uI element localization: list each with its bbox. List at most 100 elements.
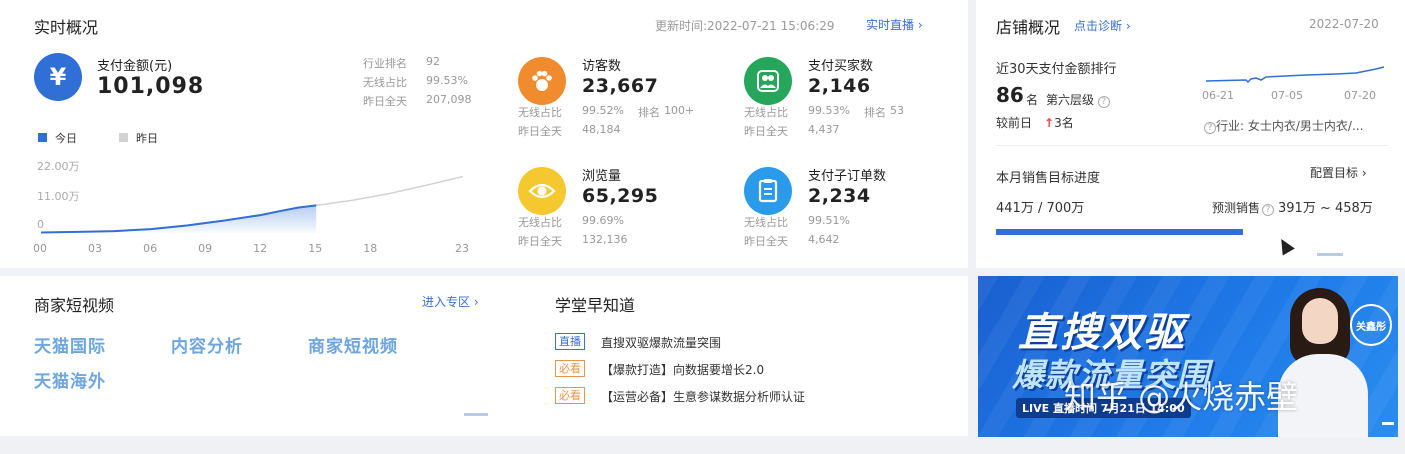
payment-stat-label: 无线占比 bbox=[363, 76, 407, 89]
metric-stat-value: 4,437 bbox=[808, 123, 840, 136]
metric-stat-label: 昨日全天 bbox=[744, 125, 788, 138]
metric-label: 支付买家数 bbox=[808, 59, 874, 74]
update-time: 更新时间:2022-07-21 15:06:29 bbox=[655, 19, 835, 33]
metric-rank-label: 排名 bbox=[864, 106, 886, 119]
yuan-icon: ¥ bbox=[34, 53, 82, 101]
chevron-right-icon: › bbox=[1125, 19, 1131, 33]
rank-title: 近30天支付金额排行 bbox=[996, 62, 1117, 77]
payment-trend-chart: 22.00万11.00万000 03 06 09 12 15 18 23 bbox=[33, 160, 469, 255]
metric-stat-value: 99.52% bbox=[582, 104, 624, 117]
y-tick-label: 0 bbox=[37, 218, 44, 231]
metric-stat-value: 99.51% bbox=[808, 214, 850, 227]
metric-stat-label: 无线占比 bbox=[518, 216, 562, 229]
compare-label: 较前日 bbox=[996, 116, 1033, 130]
goal-progress-fill bbox=[996, 229, 1243, 235]
goal-link[interactable]: 配置目标 › bbox=[1310, 164, 1367, 181]
shop-card: 店铺概况 点击诊断 › 2022-07-20 近30天支付金额排行 86 名 第… bbox=[976, 0, 1405, 268]
video-title: 商家短视频 bbox=[34, 296, 115, 315]
academy-item[interactable]: 直搜双驱爆款流量突围 bbox=[601, 334, 721, 351]
video-item[interactable]: 内容分析 bbox=[171, 332, 243, 357]
payment-stat-value: 92 bbox=[426, 55, 440, 68]
x-tick-label: 15 bbox=[308, 242, 322, 255]
pager-indicator[interactable] bbox=[464, 413, 488, 416]
x-tick-label: 18 bbox=[363, 242, 377, 255]
divider bbox=[996, 145, 1388, 146]
pager-indicator[interactable] bbox=[1317, 253, 1343, 256]
academy-tag: 必看 bbox=[555, 387, 585, 404]
legend-yesterday[interactable]: 昨日 bbox=[119, 130, 158, 146]
x-tick-label: 23 bbox=[455, 242, 469, 255]
metric-stat-value: 4,642 bbox=[808, 233, 840, 246]
enter-zone-link[interactable]: 进入专区 › bbox=[422, 293, 479, 310]
metric-stat-label: 无线占比 bbox=[518, 106, 562, 119]
shop-date: 2022-07-20 bbox=[1309, 17, 1379, 31]
metric-value: 65,295 bbox=[582, 185, 659, 207]
video-item[interactable]: 天猫国际 bbox=[34, 332, 106, 357]
payment-stat-value: 99.53% bbox=[426, 74, 468, 87]
question-icon[interactable]: ? bbox=[1097, 96, 1110, 108]
diagnose-link[interactable]: 点击诊断 › bbox=[1074, 17, 1131, 34]
legend-swatch bbox=[38, 133, 47, 142]
forecast: 预测销售? 391万 ~ 458万 bbox=[1212, 201, 1373, 216]
academy-item[interactable]: 【运营必备】生意参谋数据分析师认证 bbox=[601, 388, 805, 405]
metric-value: 23,667 bbox=[582, 75, 659, 97]
academy-tag: 必看 bbox=[555, 360, 585, 377]
metric-label: 访客数 bbox=[582, 59, 622, 74]
banner-badge: 关鑫彤 bbox=[1350, 304, 1392, 346]
metric-label: 支付子订单数 bbox=[808, 169, 887, 184]
metric-value: 2,234 bbox=[808, 185, 871, 207]
video-item[interactable]: 天猫海外 bbox=[34, 367, 106, 392]
presenter-face bbox=[1302, 298, 1338, 344]
rank-trend-line bbox=[1206, 66, 1385, 84]
yesterday-line bbox=[316, 175, 464, 207]
trend-x-label: 07-20 bbox=[1344, 89, 1376, 102]
payment-stat-label: 行业排名 bbox=[363, 57, 407, 70]
payment-stat-value: 207,098 bbox=[426, 93, 472, 106]
legend-today[interactable]: 今日 bbox=[38, 130, 77, 146]
buyers-icon bbox=[744, 57, 792, 105]
question-icon[interactable]: ? bbox=[1204, 122, 1216, 134]
eye-icon bbox=[518, 167, 566, 215]
legend-swatch bbox=[119, 133, 128, 142]
goal-title: 本月销售目标进度 bbox=[996, 171, 1101, 186]
rank-unit: 名 bbox=[1026, 93, 1039, 107]
metric-stat-value: 48,184 bbox=[582, 123, 621, 136]
promo-banner[interactable]: 直搜双驱 爆款流量突围 LIVE 直播时间 7月21日 14:00 关鑫彤 知乎… bbox=[978, 276, 1398, 437]
watermark: 知乎 @火烧赤壁 bbox=[1064, 378, 1299, 416]
trend-x-label: 07-05 bbox=[1271, 89, 1303, 102]
x-tick-label: 09 bbox=[198, 242, 212, 255]
y-tick-label: 22.00万 bbox=[37, 160, 80, 173]
academy-item[interactable]: 【爆款打造】向数据要增长2.0 bbox=[601, 361, 764, 378]
metric-stat-label: 无线占比 bbox=[744, 106, 788, 119]
x-tick-label: 12 bbox=[253, 242, 267, 255]
y-tick-label: 11.00万 bbox=[37, 190, 80, 203]
academy-tag: 直播 bbox=[555, 333, 585, 350]
goal-progress-track bbox=[996, 229, 1388, 235]
level-label: 第六层级 ? bbox=[1046, 91, 1110, 108]
metric-stat-value: 132,136 bbox=[582, 233, 628, 246]
metric-stat-label: 昨日全天 bbox=[744, 235, 788, 248]
metric-stat-value: 99.53% bbox=[808, 104, 850, 117]
order-icon bbox=[744, 167, 792, 215]
x-tick-label: 00 bbox=[33, 242, 47, 255]
shop-title: 店铺概况 bbox=[996, 18, 1061, 37]
compare-value: ↑3名 bbox=[1044, 116, 1074, 130]
metric-stat-label: 昨日全天 bbox=[518, 125, 562, 138]
metric-stat-label: 无线占比 bbox=[744, 216, 788, 229]
chevron-right-icon: › bbox=[473, 295, 479, 309]
video-item[interactable]: 商家短视频 bbox=[308, 332, 398, 357]
today-area bbox=[41, 205, 317, 233]
payment-value: 101,098 bbox=[97, 74, 205, 99]
academy-title: 学堂早知道 bbox=[555, 296, 636, 315]
video-card: 商家短视频 进入专区 › 天猫国际 内容分析 商家短视频 天猫海外 学堂早知道 … bbox=[0, 276, 968, 436]
chevron-right-icon: › bbox=[1361, 166, 1367, 180]
metric-rank-label: 排名 bbox=[638, 106, 660, 119]
metric-rank-value: 100+ bbox=[664, 104, 695, 117]
live-link[interactable]: 实时直播 › bbox=[866, 16, 923, 33]
arrow-up-icon: ↑ bbox=[1044, 116, 1055, 130]
realtime-card: 实时概况 更新时间:2022-07-21 15:06:29 实时直播 › ¥ 支… bbox=[0, 0, 968, 268]
chevron-right-icon: › bbox=[917, 18, 923, 32]
question-icon[interactable]: ? bbox=[1262, 204, 1275, 216]
metric-label: 浏览量 bbox=[582, 169, 622, 184]
metric-stat-label: 昨日全天 bbox=[518, 235, 562, 248]
